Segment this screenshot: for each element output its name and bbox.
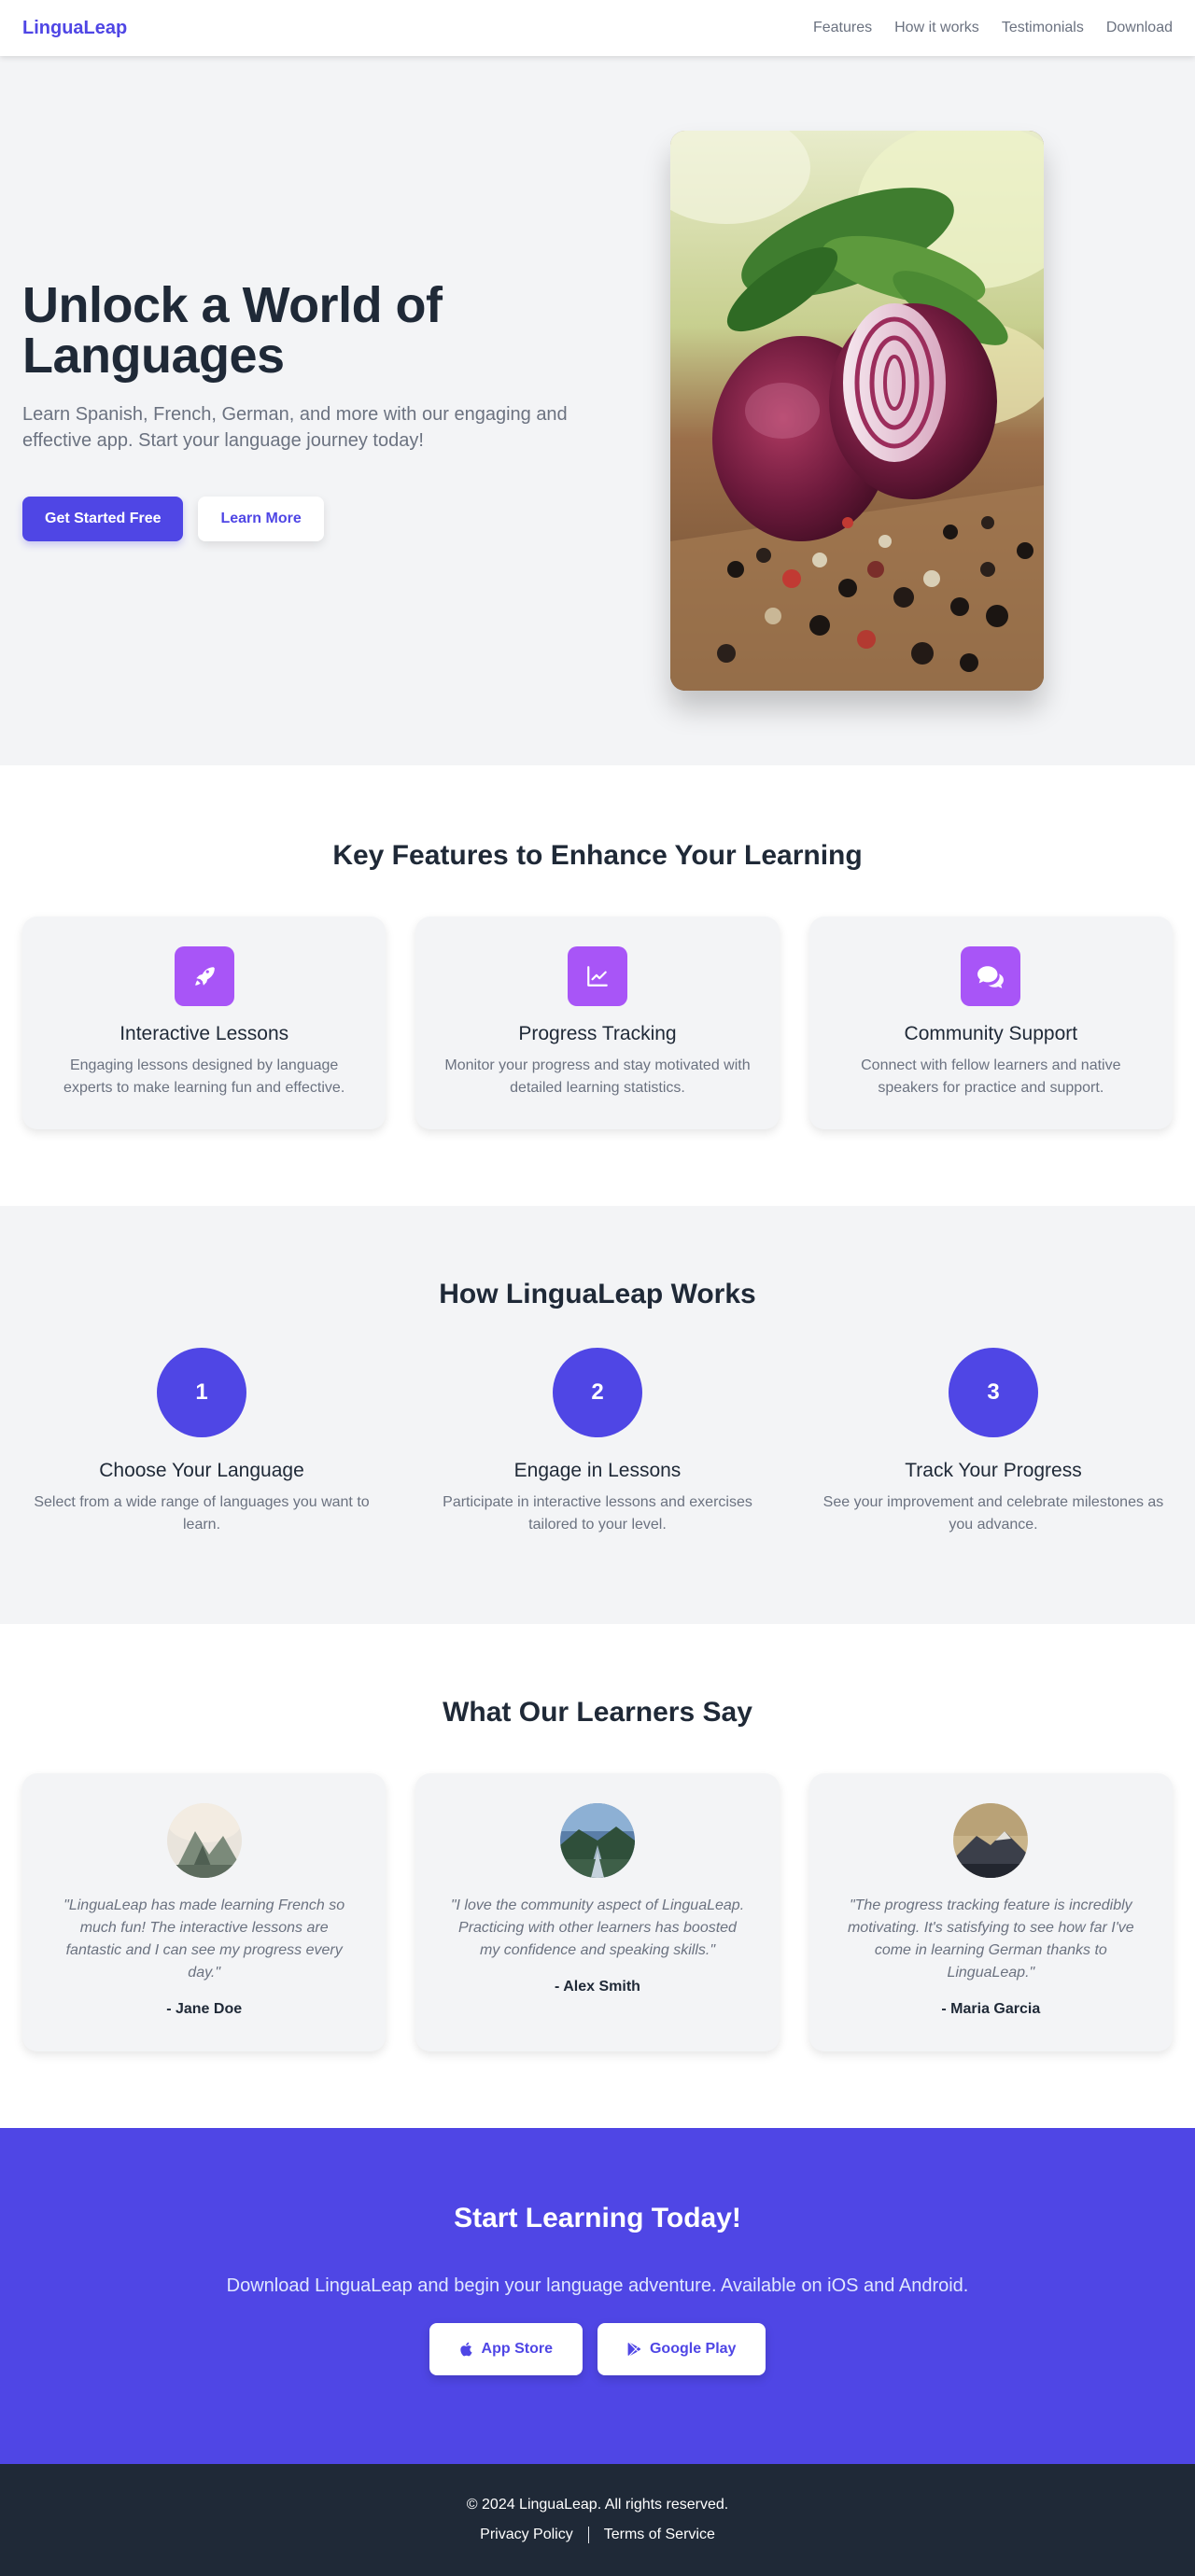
testimonial-quote: "LinguaLeap has made learning French so … <box>63 1897 345 1981</box>
app-store-button[interactable]: App Store <box>429 2323 583 2375</box>
step-engage-lessons: 2 Engage in Lessons Participate in inter… <box>418 1348 777 1536</box>
store-buttons: App Store Google Play <box>0 2323 1195 2375</box>
feature-card-progress-tracking: Progress Tracking Monitor your progress … <box>415 917 780 1129</box>
hero-buttons: Get Started Free Learn More <box>22 497 579 541</box>
top-navbar: LinguaLeap Features How it works Testimo… <box>0 0 1195 56</box>
features-title: Key Features to Enhance Your Learning <box>332 840 863 871</box>
cta-title: Start Learning Today! <box>454 2203 741 2233</box>
feature-description: Connect with fellow learners and native … <box>861 1057 1121 1096</box>
testimonial-author: - Alex Smith <box>555 1979 640 1995</box>
step-title: Engage in Lessons <box>513 1460 682 1481</box>
avatar <box>953 1803 1029 1878</box>
step-title: Choose Your Language <box>99 1460 304 1481</box>
feature-title: Interactive Lessons <box>120 1023 289 1044</box>
feature-description: Engaging lessons designed by language ex… <box>63 1057 345 1096</box>
testimonial-card-alex-smith: "I love the community aspect of LinguaLe… <box>415 1773 780 2051</box>
avatar <box>559 1803 635 1878</box>
google-play-button[interactable]: Google Play <box>597 2323 766 2375</box>
terms-of-service-link[interactable]: Terms of Service <box>604 2527 715 2543</box>
feature-icon-box <box>961 946 1021 1006</box>
feature-icon-box <box>567 946 627 1006</box>
testimonials-section: What Our Learners Say "LinguaLeap has ma… <box>0 1624 1195 2128</box>
feature-title: Community Support <box>904 1023 1078 1044</box>
feature-card-interactive-lessons: Interactive Lessons Engaging lessons des… <box>22 917 387 1129</box>
privacy-policy-link[interactable]: Privacy Policy <box>480 2527 573 2543</box>
feature-icon-box <box>174 946 234 1006</box>
google-play-label: Google Play <box>649 2341 737 2357</box>
get-started-button[interactable]: Get Started Free <box>22 497 184 541</box>
copyright: © 2024 LinguaLeap. All rights reserved. <box>466 2497 729 2513</box>
hero-content: Unlock a World of Languages Learn Spanis… <box>22 280 579 541</box>
learn-more-button[interactable]: Learn More <box>198 497 324 541</box>
nav-links: Features How it works Testimonials Downl… <box>813 20 1173 36</box>
testimonials-title: What Our Learners Say <box>443 1697 752 1728</box>
step-description: Select from a wide range of languages yo… <box>34 1494 370 1533</box>
nav-link-download[interactable]: Download <box>1106 20 1173 36</box>
testimonial-card-maria-garcia: "The progress tracking feature is incred… <box>808 1773 1173 2051</box>
onions-peppercorns-photo <box>670 131 1044 691</box>
google-play-icon <box>627 2342 640 2357</box>
brand-logo[interactable]: LinguaLeap <box>22 18 127 39</box>
step-track-progress: 3 Track Your Progress See your improveme… <box>814 1348 1173 1536</box>
how-title: How LinguaLeap Works <box>439 1279 756 1309</box>
nav-link-features[interactable]: Features <box>813 20 872 36</box>
features-section: Key Features to Enhance Your Learning In… <box>0 765 1195 1206</box>
cta-subtitle: Download LinguaLeap and begin your langu… <box>226 2275 969 2296</box>
hero-image <box>670 131 1044 691</box>
testimonial-cards: "LinguaLeap has made learning French so … <box>22 1773 1173 2051</box>
app-store-label: App Store <box>481 2341 553 2357</box>
step-number: 3 <box>949 1348 1038 1437</box>
step-description: Participate in interactive lessons and e… <box>443 1494 752 1533</box>
step-number: 2 <box>553 1348 642 1437</box>
feature-card-community-support: Community Support Connect with fellow le… <box>808 917 1173 1129</box>
testimonial-author: - Jane Doe <box>166 2001 243 2017</box>
step-title: Track Your Progress <box>905 1460 1082 1481</box>
comments-icon <box>977 966 1005 988</box>
footer-divider <box>587 2527 589 2543</box>
nav-link-testimonials[interactable]: Testimonials <box>1002 20 1084 36</box>
download-cta-section: Start Learning Today! Download LinguaLea… <box>0 2128 1195 2464</box>
steps: 1 Choose Your Language Select from a wid… <box>22 1348 1173 1536</box>
how-it-works-section: How LinguaLeap Works 1 Choose Your Langu… <box>0 1206 1195 1624</box>
testimonial-quote: "The progress tracking feature is incred… <box>847 1897 1134 1981</box>
hero-subtitle: Learn Spanish, French, German, and more … <box>22 404 568 451</box>
nav-link-how-it-works[interactable]: How it works <box>894 20 979 36</box>
hero-section: Unlock a World of Languages Learn Spanis… <box>0 56 1195 765</box>
chart-line-icon <box>587 966 608 987</box>
feature-cards: Interactive Lessons Engaging lessons des… <box>22 917 1173 1129</box>
testimonial-quote: "I love the community aspect of LinguaLe… <box>450 1897 745 1958</box>
hero-title: Unlock a World of Languages <box>22 277 443 384</box>
testimonial-card-jane-doe: "LinguaLeap has made learning French so … <box>22 1773 387 2051</box>
feature-description: Monitor your progress and stay motivated… <box>444 1057 751 1096</box>
hero-image-wrapper <box>616 131 1173 691</box>
avatar <box>166 1803 242 1878</box>
step-number: 1 <box>157 1348 246 1437</box>
apple-icon <box>459 2342 472 2357</box>
step-description: See your improvement and celebrate miles… <box>822 1494 1164 1533</box>
step-choose-language: 1 Choose Your Language Select from a wid… <box>22 1348 381 1536</box>
rocket-icon <box>194 967 215 986</box>
feature-title: Progress Tracking <box>518 1023 677 1044</box>
footer: © 2024 LinguaLeap. All rights reserved. … <box>0 2464 1195 2576</box>
footer-links: Privacy Policy Terms of Service <box>480 2527 715 2543</box>
testimonial-author: - Maria Garcia <box>941 2001 1041 2017</box>
